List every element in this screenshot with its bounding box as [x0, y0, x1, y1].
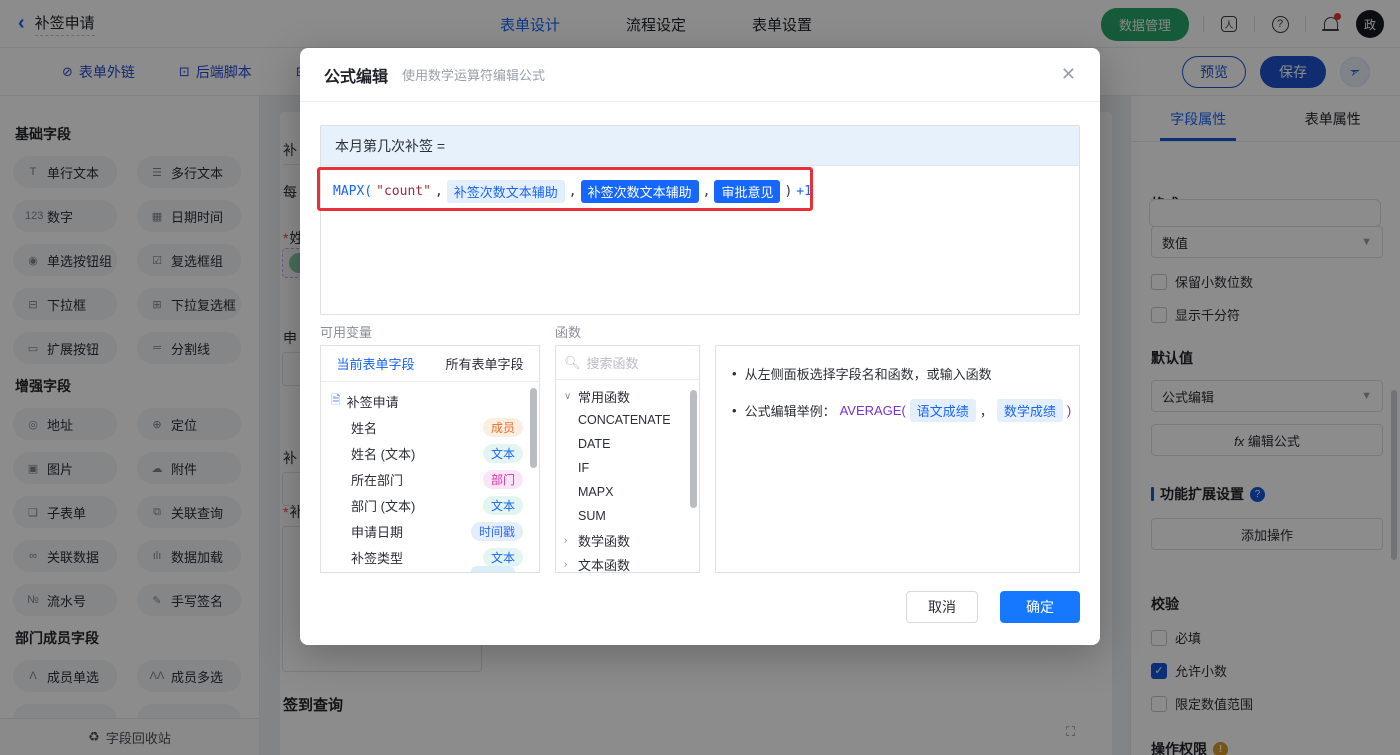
modal-footer: 取消 确定	[906, 591, 1080, 623]
formula-token: MAPX(	[333, 184, 373, 199]
help-example-prefix: 公式编辑举例：	[744, 404, 836, 419]
field-type-tag: 部门	[482, 469, 523, 489]
scrollbar-thumb[interactable]	[690, 390, 697, 508]
caret-right-icon: ›	[564, 558, 568, 570]
field-chip[interactable]: 补签次数文本辅助	[446, 180, 565, 203]
caret-down-icon: ∨	[564, 390, 572, 402]
function-row-MAPX[interactable]: MAPX	[556, 480, 699, 504]
functions-label: 函数	[555, 325, 582, 340]
function-row-CONCATENATE[interactable]: CONCATENATE	[556, 408, 699, 432]
variable-label: 所在部门	[351, 472, 404, 488]
variable-label: 补签申请	[346, 394, 399, 410]
modal-title: 公式编辑	[324, 68, 389, 86]
field-type-tag: 成员	[482, 417, 523, 437]
function-label: DATE	[578, 437, 611, 451]
function-label: 常用函数	[578, 389, 631, 405]
confirm-button[interactable]: 确定	[1000, 591, 1080, 623]
formula-token: )	[784, 184, 793, 199]
function-label: MAPX	[578, 485, 614, 499]
function-row-文本函数[interactable]: › 文本函数	[556, 552, 699, 573]
function-search[interactable]: 🔍︎ 搜索函数	[556, 346, 699, 380]
caret-right-icon: ›	[564, 534, 568, 546]
formula-expression: MAPX("count", 补签次数文本辅助, 补签次数文本辅助, 审批意见) +1	[333, 180, 1067, 203]
variable-row-补签申请[interactable]: 🗎 补签申请	[321, 388, 539, 414]
formula-token: ,	[702, 184, 711, 199]
field-type-tag: 文本	[482, 495, 523, 515]
modal-header: 公式编辑 使用数学运算符编辑公式 ✕	[300, 48, 1100, 102]
variables-panel: 当前表单字段 所有表单字段 🗎 补签申请 姓名 成员 姓名 (文本) 文本 所在部门 部门 部门 …	[320, 345, 540, 573]
formula-token: +1	[796, 184, 812, 199]
formula-token: )	[1066, 403, 1072, 418]
variable-label: 姓名	[351, 420, 378, 436]
modal-subtitle: 使用数学运算符编辑公式	[402, 68, 546, 83]
variable-row-部门 (文本)[interactable]: 部门 (文本) 文本	[321, 492, 539, 518]
field-type-tag: 文本	[482, 443, 523, 463]
formula-token: ,	[434, 184, 443, 199]
bullet: •	[732, 366, 737, 381]
formula-edit-modal: 公式编辑 使用数学运算符编辑公式 ✕ 本月第几次补签 = MAPX("count…	[300, 48, 1100, 645]
bullet: •	[732, 403, 737, 418]
scrollbar-thumb[interactable]	[530, 388, 537, 468]
variable-row-申请日期[interactable]: 申请日期 时间戳	[321, 518, 539, 544]
function-label: 文本函数	[578, 557, 631, 573]
formula-target-bar: 本月第几次补签 =	[321, 126, 1079, 166]
partial-tag	[471, 566, 515, 572]
formula-token: AVERAGE(	[839, 403, 906, 418]
variable-label: 补签类型	[351, 550, 404, 566]
function-row-数学函数[interactable]: › 数学函数	[556, 528, 699, 552]
app-root: ‹ 补签申请 表单设计 流程设定 表单设置 数据管理 人 ? 政 ⊘ 表单外链 ⊡ 后端脚…	[0, 0, 1400, 755]
formula-token: ，	[979, 404, 993, 419]
function-row-SUM[interactable]: SUM	[556, 504, 699, 528]
field-chip[interactable]: 数学成绩	[996, 399, 1063, 422]
formula-token: ,	[568, 184, 577, 199]
formula-editor[interactable]: MAPX("count", 补签次数文本辅助, 补签次数文本辅助, 审批意见) +1	[321, 166, 1079, 314]
variable-label: 申请日期	[351, 524, 404, 540]
function-search-placeholder: 搜索函数	[586, 356, 639, 371]
variables-tab-当前表单字段[interactable]: 当前表单字段	[321, 354, 430, 373]
help-line-1: • 从左侧面板选择字段名和函数，或输入函数	[732, 364, 1063, 383]
formula-token: "count"	[376, 184, 431, 199]
cancel-button[interactable]: 取消	[906, 591, 978, 623]
function-label: 数学函数	[578, 533, 631, 549]
form-doc-icon: 🗎	[331, 392, 341, 407]
field-chip[interactable]: 补签次数文本辅助	[580, 180, 699, 203]
formula-box: 本月第几次补签 = MAPX("count", 补签次数文本辅助, 补签次数文本辅助…	[320, 125, 1080, 315]
variable-row-姓名[interactable]: 姓名 成员	[321, 414, 539, 440]
field-type-tag: 文本	[482, 547, 523, 567]
variable-row-姓名 (文本)[interactable]: 姓名 (文本) 文本	[321, 440, 539, 466]
function-label: SUM	[578, 509, 606, 523]
function-label: CONCATENATE	[578, 413, 671, 427]
function-row-IF[interactable]: IF	[556, 456, 699, 480]
variable-row-所在部门[interactable]: 所在部门 部门	[321, 466, 539, 492]
help-panel: • 从左侧面板选择字段名和函数，或输入函数 • 公式编辑举例： AVERAGE(语…	[715, 345, 1080, 573]
functions-panel: 🔍︎ 搜索函数 ∨ 常用函数 CONCATENATE DATE IF MAPX SUM › 数学…	[555, 345, 700, 573]
variable-label: 姓名 (文本)	[351, 446, 416, 462]
search-icon: 🔍︎	[564, 354, 581, 370]
variables-tab-所有表单字段[interactable]: 所有表单字段	[430, 354, 539, 373]
function-label: IF	[578, 461, 590, 475]
field-type-tag: 时间戳	[470, 521, 523, 541]
help-example: 公式编辑举例： AVERAGE(语文成绩，数学成绩)	[744, 399, 1072, 422]
help-line-2: • 公式编辑举例： AVERAGE(语文成绩，数学成绩)	[732, 399, 1071, 422]
field-chip[interactable]: 审批意见	[714, 180, 781, 203]
function-row-DATE[interactable]: DATE	[556, 432, 699, 456]
field-chip[interactable]: 语文成绩	[909, 399, 976, 422]
function-row-常用函数[interactable]: ∨ 常用函数	[556, 384, 699, 408]
help-text-1: 从左侧面板选择字段名和函数，或输入函数	[744, 367, 992, 382]
close-icon[interactable]: ✕	[1061, 64, 1076, 85]
variables-label: 可用变量	[320, 325, 373, 340]
variable-label: 部门 (文本)	[351, 498, 416, 514]
